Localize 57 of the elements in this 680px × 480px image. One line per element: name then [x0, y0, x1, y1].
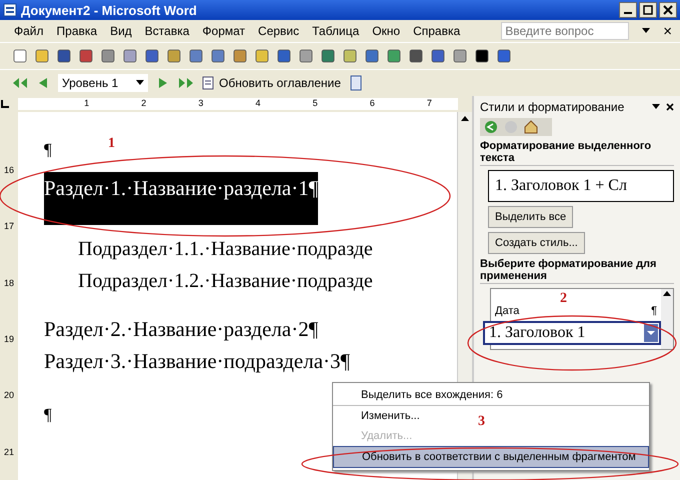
dropdown-arrow-icon[interactable] — [652, 104, 660, 110]
menu-item[interactable]: Изменить... — [333, 406, 424, 426]
section-heading: Форматирование выделенного текста — [480, 140, 674, 166]
maximize-icon — [643, 5, 653, 15]
annotation-number: 1 — [108, 136, 115, 152]
menu-item[interactable]: Окно — [372, 24, 400, 38]
dropdown-arrow-icon[interactable] — [642, 28, 650, 34]
close-button[interactable] — [659, 2, 677, 18]
double-left-arrow-icon[interactable] — [12, 76, 30, 90]
level-combo-box[interactable]: Уровень 1 — [58, 74, 148, 92]
style-item[interactable]: 1. Заголовок 1 — [483, 321, 661, 345]
document-icon — [202, 76, 214, 90]
annotation-number: 2 — [560, 291, 567, 307]
menu-item[interactable]: Обновить в соответствии с выделенным фрагментом — [333, 446, 649, 468]
document-text-line: Раздел·3.·Название·подраздела·3¶ — [44, 348, 350, 374]
document-icon — [3, 3, 17, 17]
document-text-line: Подраздел·1.1.·Название·подразде — [78, 238, 373, 260]
menu-item[interactable]: Файл — [14, 24, 44, 38]
back-icon[interactable] — [484, 120, 498, 134]
menu-item[interactable]: Выделить все вхождения: 6 — [333, 385, 649, 406]
annotation-number: 3 — [478, 414, 485, 430]
right-arrow-icon[interactable] — [156, 76, 168, 90]
vertical-ruler: 16 17 18 19 20 21 — [0, 112, 18, 480]
section-heading: Выберите форматирование для применения — [480, 258, 674, 284]
current-style-box: 1. Заголовок 1 + Сл — [488, 170, 674, 202]
horizontal-ruler: 1 2 3 4 5 6 7 — [18, 98, 458, 110]
minimize-icon — [624, 12, 632, 14]
double-right-arrow-icon[interactable] — [176, 76, 194, 90]
menu-item[interactable]: Правка — [56, 24, 98, 38]
document-text-line: ¶ — [44, 140, 52, 160]
list-scrollbar[interactable] — [661, 289, 673, 349]
document-text-line: Раздел·2.·Название·раздела·2¶ — [44, 316, 318, 342]
document-text-line: Подраздел·1.2.·Название·подразде — [78, 270, 373, 292]
new-style-button[interactable]: Создать стиль... — [488, 232, 585, 254]
close-icon — [663, 5, 673, 15]
close-glyph[interactable]: × — [663, 22, 672, 40]
select-all-button[interactable]: Выделить все — [488, 206, 574, 228]
help-search-field[interactable]: Введите вопрос — [501, 22, 630, 40]
minimize-button[interactable] — [619, 2, 637, 18]
left-arrow-icon[interactable] — [38, 76, 50, 90]
menu-item[interactable]: Вид — [110, 24, 132, 38]
scroll-up-arrow-icon[interactable] — [460, 114, 470, 124]
page-icon[interactable] — [348, 75, 363, 91]
home-icon[interactable] — [524, 120, 538, 134]
menu-item[interactable]: Сервис — [258, 24, 300, 38]
document-text-line: ¶ — [44, 405, 52, 425]
scroll-up-arrow-icon[interactable] — [662, 289, 672, 299]
close-icon[interactable] — [666, 103, 674, 111]
maximize-button[interactable] — [639, 2, 657, 18]
pane-title: Стили и форматирование — [480, 100, 626, 114]
update-toc-button[interactable]: Обновить оглавление — [202, 76, 341, 90]
style-item[interactable]: Дата ¶ — [491, 305, 661, 317]
menu-item[interactable]: Таблица — [312, 24, 360, 38]
menu-item[interactable]: Формат — [202, 24, 246, 38]
window-title: Документ2 - Microsoft Word — [21, 2, 198, 18]
menu-item[interactable]: Вставка — [144, 24, 190, 38]
menu-item[interactable]: Справка — [413, 24, 460, 38]
